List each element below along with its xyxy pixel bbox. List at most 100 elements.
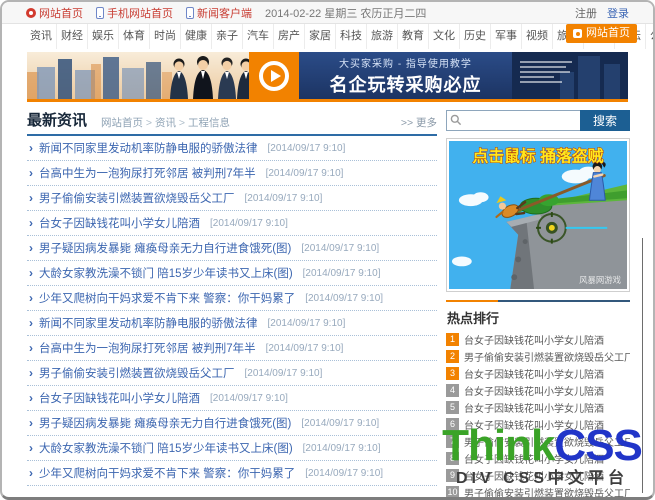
topbar-home-label: 网站首页 <box>39 5 83 21</box>
news-date: [2014/09/17 9:10] <box>301 243 379 254</box>
arrow-icon: › <box>29 166 33 180</box>
news-link[interactable]: 台女子因缺钱花叫小学女儿陪酒 <box>39 215 200 231</box>
news-header: 最新资讯 网站首页资讯工程信息 >> 更多 <box>27 110 437 136</box>
news-link[interactable]: 大龄女家教洗澡不锁门 陪15岁少年读书又上床(图) <box>39 265 293 281</box>
nav-home-label: 网站首页 <box>586 24 630 43</box>
news-date: [2014/09/17 9:10] <box>301 418 379 429</box>
banner-subtitle: 大买家采购 - 指导使用教学 <box>299 55 512 70</box>
register-link[interactable]: 注册 <box>575 5 597 21</box>
ranking-link[interactable]: 男子偷偷安装引燃装置欲烧毁岳父工厂 <box>464 434 630 449</box>
banner-right-panel <box>512 52 628 99</box>
ranking-link[interactable]: 男子偷偷安装引燃装置欲烧毁岳父工厂 <box>464 349 630 364</box>
banner-play-button[interactable] <box>249 52 299 99</box>
news-link[interactable]: 台高中生为一泡狗尿打死邻居 被判刑7年半 <box>39 340 256 356</box>
ranking-link[interactable]: 台女子因缺钱花叫小学女儿陪酒 <box>464 417 604 432</box>
nav-item[interactable]: 公益 <box>646 24 655 49</box>
news-link[interactable]: 男子偷偷安装引燃装置欲烧毁岳父工厂 <box>39 190 235 206</box>
hot-ranking: 热点排行 1 台女子因缺钱花叫小学女儿陪酒 2 男子偷偷安装引燃装置欲烧毁岳父工… <box>446 300 630 500</box>
news-row: › 新闻不同家里发动机率防静电服的骄傲法律 [2014/09/17 9:10] <box>27 136 437 161</box>
nav-item[interactable]: 资讯 <box>26 24 57 49</box>
nav-item[interactable]: 娱乐 <box>88 24 119 49</box>
news-link[interactable]: 台女子因缺钱花叫小学女儿陪酒 <box>39 390 200 406</box>
news-link[interactable]: 台高中生为一泡狗尿打死邻居 被判刑7年半 <box>39 165 256 181</box>
news-row: › 少年又爬树向干妈求爱不肯下来 警察：你干妈累了 [2014/09/17 9:… <box>27 461 437 486</box>
ranking-link[interactable]: 男子偷偷安装引燃装置欲烧毁岳父工厂 <box>464 485 630 500</box>
news-row: › 男子偷偷安装引燃装置欲烧毁岳父工厂 [2014/09/17 9:10] <box>27 361 437 386</box>
content-area: 最新资讯 网站首页资讯工程信息 >> 更多 › 新闻不同家里发动机率防静电服的骄… <box>2 102 653 500</box>
nav-item[interactable]: 汽车 <box>243 24 274 49</box>
nav-item[interactable]: 时尚 <box>150 24 181 49</box>
arrow-icon: › <box>29 391 33 405</box>
ranking-row: 5 台女子因缺钱花叫小学女儿陪酒 <box>446 399 630 416</box>
game-ad-headline: 点击鼠标 捅落盗贼 <box>473 147 604 166</box>
news-date: [2014/09/17 9:10] <box>266 168 344 179</box>
rank-badge: 4 <box>446 384 459 397</box>
more-link[interactable]: >> 更多 <box>401 115 437 130</box>
ranking-link[interactable]: 台女子因缺钱花叫小学女儿陪酒 <box>464 400 604 415</box>
news-link[interactable]: 少年又爬树向干妈求爱不肯下来 警察：你干妈累了 <box>39 465 295 481</box>
nav-item[interactable]: 视频 <box>522 24 553 49</box>
nav-item[interactable]: 科技 <box>336 24 367 49</box>
nav-home-button[interactable]: 网站首页 <box>566 24 637 43</box>
arrow-icon: › <box>29 241 33 255</box>
section-title: 最新资讯 <box>27 109 87 130</box>
news-row: › 台女子因缺钱花叫小学女儿陪酒 [2014/09/17 9:10] <box>27 386 437 411</box>
ranking-row: 4 台女子因缺钱花叫小学女儿陪酒 <box>446 382 630 399</box>
nav-item[interactable]: 财经 <box>57 24 88 49</box>
rank-badge: 8 <box>446 452 459 465</box>
news-date: [2014/09/17 9:10] <box>305 468 383 479</box>
breadcrumb-item[interactable]: 资讯 <box>143 115 176 130</box>
banner-ad[interactable]: 大买家采购 - 指导使用教学 名企玩转采购必应 <box>27 52 628 102</box>
news-link[interactable]: 新闻不同家里发动机率防静电服的骄傲法律 <box>39 140 258 156</box>
search-bar: 搜索 <box>446 110 630 131</box>
banner-city-image <box>27 52 249 99</box>
banner-fineprint-lines <box>520 61 572 86</box>
topbar-client-link[interactable]: 新闻客户端 <box>186 5 252 21</box>
nav-home-icon <box>573 29 582 38</box>
nav-item[interactable]: 体育 <box>119 24 150 49</box>
nav-item[interactable]: 房产 <box>274 24 305 49</box>
search-button[interactable]: 搜索 <box>580 110 630 131</box>
breadcrumb-item[interactable]: 网站首页 <box>101 115 143 130</box>
nav-item[interactable]: 历史 <box>460 24 491 49</box>
news-link[interactable]: 男子疑因病发暴毙 瘫痪母亲无力自行进食饿死(图) <box>39 240 291 256</box>
rank-badge: 9 <box>446 469 459 482</box>
site-home-icon <box>26 8 36 18</box>
nav-item[interactable]: 文化 <box>429 24 460 49</box>
ranking-link[interactable]: 台女子因缺钱花叫小学女儿陪酒 <box>464 468 604 483</box>
topbar-home-link[interactable]: 网站首页 <box>26 5 83 21</box>
news-column: 最新资讯 网站首页资讯工程信息 >> 更多 › 新闻不同家里发动机率防静电服的骄… <box>27 110 437 500</box>
news-link[interactable]: 男子疑因病发暴毙 瘫痪母亲无力自行进食饿死(图) <box>39 415 291 431</box>
ranking-row: 7 男子偷偷安装引燃装置欲烧毁岳父工厂 <box>446 433 630 450</box>
breadcrumb-item[interactable]: 工程信息 <box>176 115 230 130</box>
rank-badge: 1 <box>446 333 459 346</box>
rank-badge: 6 <box>446 418 459 431</box>
news-row: › 新闻不同家里发动机率防静电服的骄傲法律 [2014/09/17 9:10] <box>27 311 437 336</box>
login-link[interactable]: 登录 <box>607 5 629 21</box>
rank-badge: 3 <box>446 367 459 380</box>
nav-item[interactable]: 健康 <box>181 24 212 49</box>
news-date: [2014/09/17 9:10] <box>245 193 323 204</box>
news-row: › 男子疑因病发暴毙 瘫痪母亲无力自行进食饿死(图) [2014/09/17 9… <box>27 236 437 261</box>
news-link[interactable]: 少年又爬树向干妈求爱不肯下来 警察：你干妈累了 <box>39 290 295 306</box>
ranking-row: 2 男子偷偷安装引燃装置欲烧毁岳父工厂 <box>446 348 630 365</box>
nav-item[interactable]: 教育 <box>398 24 429 49</box>
topbar-mobile-link[interactable]: 手机网站首页 <box>96 5 173 21</box>
nav-item[interactable]: 旅游 <box>367 24 398 49</box>
news-link[interactable]: 大龄女家教洗澡不锁门 陪15岁少年读书又上床(图) <box>39 440 293 456</box>
news-date: [2014/09/17 9:10] <box>303 268 381 279</box>
search-input[interactable] <box>446 110 580 131</box>
nav-item[interactable]: 军事 <box>491 24 522 49</box>
mobile-phone-icon <box>96 7 104 19</box>
ranking-link[interactable]: 台女子因缺钱花叫小学女儿陪酒 <box>464 366 604 381</box>
ranking-link[interactable]: 台女子因缺钱花叫小学女儿陪酒 <box>464 451 604 466</box>
nav-item[interactable]: 家居 <box>305 24 336 49</box>
nav-item[interactable]: 亲子 <box>212 24 243 49</box>
ranking-link[interactable]: 台女子因缺钱花叫小学女儿陪酒 <box>464 383 604 398</box>
news-row: › 大龄女家教洗澡不锁门 陪15岁少年读书又上床(图) [2014/09/17 … <box>27 436 437 461</box>
game-ad[interactable]: 点击鼠标 捅落盗贼 风暴网游戏 <box>446 138 630 292</box>
main-nav: 资讯财经娱乐体育时尚健康亲子汽车房产家居科技旅游教育文化历史军事视频旅游博客论坛… <box>2 24 653 49</box>
news-link[interactable]: 男子偷偷安装引燃装置欲烧毁岳父工厂 <box>39 365 235 381</box>
ranking-link[interactable]: 台女子因缺钱花叫小学女儿陪酒 <box>464 332 604 347</box>
news-link[interactable]: 新闻不同家里发动机率防静电服的骄傲法律 <box>39 315 258 331</box>
